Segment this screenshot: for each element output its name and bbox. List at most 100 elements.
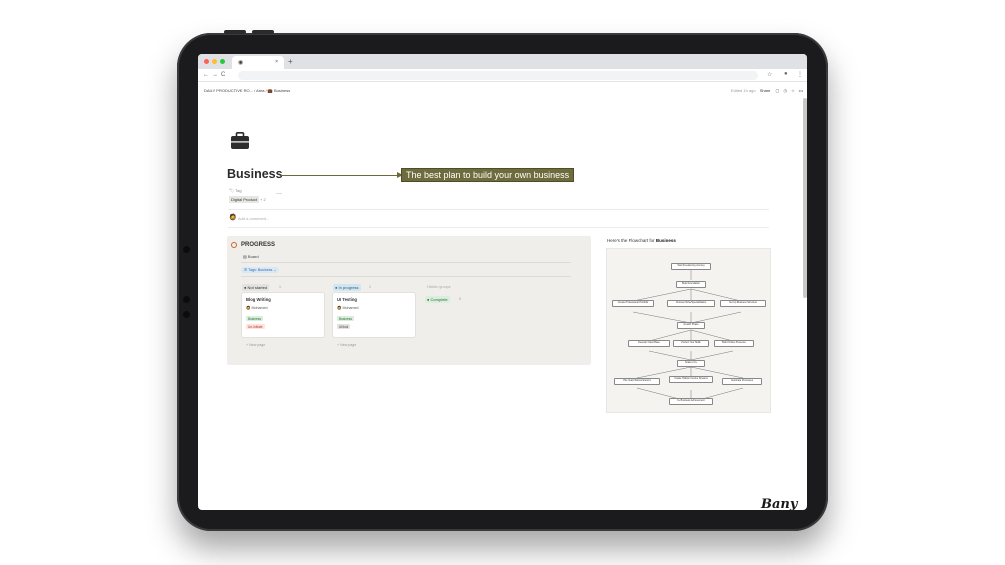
signature-watermark: Bany — [761, 497, 798, 512]
flow-node: Start Freelancing Journey — [671, 263, 711, 270]
new-page-button[interactable]: + New page — [246, 343, 265, 347]
flow-node: Scale to 6+ — [677, 360, 705, 367]
tablet-volume-button — [252, 30, 274, 34]
more-tags-count[interactable]: + 2 — [260, 197, 266, 202]
url-input[interactable] — [238, 71, 758, 80]
card-title: UI Testing — [337, 297, 357, 302]
annotation-arrow — [281, 175, 399, 176]
card-assignee: 🧔 Mohamed — [246, 306, 268, 310]
assignee-name: Mohamed — [251, 306, 268, 310]
topbar-actions: Edited 1h ago Share ▢ ◷ ☆ ••• — [731, 88, 803, 93]
flow-node: Hire Team/Subcontractors — [614, 378, 660, 385]
tag-property-label[interactable]: 🏷 Tag — [229, 188, 242, 193]
maximize-window-button[interactable] — [220, 59, 225, 64]
briefcase-icon[interactable] — [230, 132, 250, 150]
view-tab-board[interactable]: ▤ Board — [243, 254, 259, 259]
flowchart-connectors — [632, 270, 744, 403]
tag-chip: Un-Initiate — [246, 324, 265, 329]
flow-node: Build Foundation — [676, 281, 706, 288]
close-icon[interactable]: × — [275, 59, 278, 65]
hidden-groups-label: Hidden groups — [427, 285, 451, 289]
close-window-button[interactable] — [204, 59, 209, 64]
column-label: Complete — [430, 297, 448, 302]
progress-icon — [231, 242, 237, 248]
filter-chip[interactable]: ☰ Tags: Business ⌄ — [241, 267, 280, 273]
browser-tab-strip: ◉ × + — [198, 54, 807, 69]
breadcrumb[interactable]: DAILY PRODUCTIVE RO... / Area / 💼 Busine… — [204, 88, 290, 93]
column-count: 0 — [459, 297, 461, 301]
chevron-down-icon: ⌄ — [273, 268, 277, 272]
column-header-in-progress[interactable]: ● In progress — [333, 284, 361, 291]
avatar: 🧔 — [229, 215, 237, 221]
tablet-screen: ◉ × + ← → C ☆ ● ⋮ DAILY PRODUCTIVE RO...… — [198, 54, 807, 510]
flow-node: Choose Niche/Specialization — [667, 300, 715, 307]
flow-node: Automate Processes — [722, 378, 762, 385]
favorite-star-icon[interactable]: ☆ — [791, 88, 795, 93]
back-icon[interactable]: ← — [203, 72, 209, 78]
comments-icon[interactable]: ▢ — [776, 88, 780, 93]
browser-tab[interactable]: ◉ × — [232, 56, 284, 69]
tag-label: Tag — [235, 188, 242, 193]
more-icon[interactable]: ••• — [799, 88, 803, 93]
page-scrollbar[interactable] — [803, 98, 807, 298]
address-bar-row: ← → C ☆ ● ⋮ — [198, 69, 807, 82]
progress-database: PROGRESS ▤ Board ☰ Tags: Business ⌄ ● No… — [227, 236, 591, 365]
divider — [228, 209, 769, 210]
filter-label: Tags: Business — [248, 268, 273, 272]
new-tab-button[interactable]: + — [288, 57, 293, 66]
forward-icon[interactable]: → — [212, 72, 218, 78]
flowchart-image[interactable]: Start Freelancing Journey Build Foundati… — [606, 248, 771, 413]
tag-chip: UI/tool — [337, 324, 351, 329]
sensor-dot — [183, 311, 190, 318]
reload-icon[interactable]: C — [221, 72, 225, 78]
annotation-callout: The best plan to build your own business — [401, 168, 575, 182]
browser-menu-icon[interactable]: ⋮ — [797, 71, 803, 78]
database-title[interactable]: PROGRESS — [241, 242, 275, 248]
column-count: 1 — [279, 285, 281, 289]
comment-input[interactable]: Add a comment... — [238, 216, 269, 221]
edited-timestamp: Edited 1h ago — [730, 88, 756, 93]
column-label: Not started — [247, 285, 268, 290]
flow-node: Perfect Your Skills — [673, 340, 709, 347]
divider — [241, 262, 571, 263]
flow-node: Growth Phase — [677, 322, 705, 329]
page-title[interactable]: Business — [227, 167, 283, 181]
caption-bold: Business — [655, 238, 676, 243]
board-card[interactable]: UI Testing 🧔 Mohamed Business UI/tool — [333, 293, 415, 337]
column-header-not-started[interactable]: ● Not started — [242, 284, 270, 291]
caption-prefix: Here's the Flowchart for — [607, 238, 655, 243]
property-more-icon[interactable]: … — [276, 190, 282, 196]
tag-chip: Business — [337, 316, 354, 321]
column-count: 1 — [369, 285, 371, 289]
minimize-window-button[interactable] — [212, 59, 217, 64]
notion-icon: ◉ — [238, 60, 244, 66]
flow-node: Set Up Business Structure — [720, 300, 766, 307]
tablet-volume-button — [224, 30, 246, 34]
flow-node: Create Holistic Income Streams — [669, 376, 713, 383]
divider — [241, 276, 571, 277]
divider — [228, 227, 769, 228]
flow-node: 6+ Business Achievement — [669, 398, 713, 405]
board-icon: ▤ — [243, 254, 247, 259]
new-page-button[interactable]: + New page — [337, 343, 356, 347]
board-card[interactable]: Blog Writing 🧔 Mohamed Business Un-Initi… — [242, 293, 324, 337]
flow-node: Create Professional Portfolio — [612, 300, 654, 307]
column-label: In progress — [338, 285, 359, 290]
card-assignee: 🧔 Mohamed — [337, 306, 359, 310]
camera-dot — [183, 246, 190, 253]
notion-topbar: DAILY PRODUCTIVE RO... / Area / 💼 Busine… — [198, 84, 807, 96]
flow-node: Develop Client Base — [628, 340, 670, 347]
sensor-dot — [183, 296, 190, 303]
tag-icon: 🏷 — [229, 188, 235, 193]
flow-node: Build Online Presence — [714, 340, 754, 347]
tag-chip: Business — [246, 316, 263, 321]
updates-icon[interactable]: ◷ — [783, 88, 787, 93]
bookmark-star-icon[interactable]: ☆ — [767, 71, 772, 78]
view-label: Board — [247, 254, 259, 259]
hidden-group-complete[interactable]: ● Complete — [425, 296, 450, 303]
share-button[interactable]: Share — [760, 88, 771, 93]
card-title: Blog Writing — [246, 297, 271, 302]
profile-icon[interactable]: ● — [784, 71, 788, 77]
tag-chip[interactable]: Digital Product — [229, 196, 260, 203]
assignee-name: Mohamed — [342, 306, 359, 310]
